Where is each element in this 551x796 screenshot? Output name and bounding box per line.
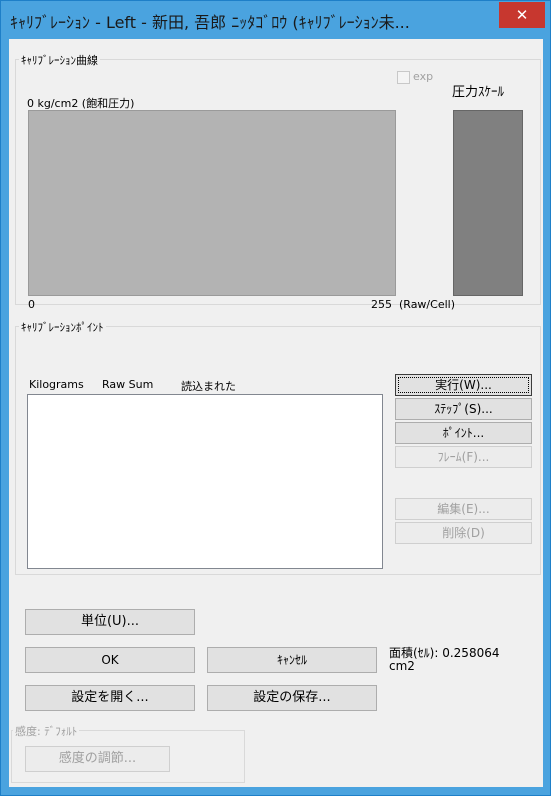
step-button[interactable]: ｽﾃｯﾌﾟ(S)... (395, 398, 532, 420)
open-settings-button[interactable]: 設定を開く... (25, 685, 195, 711)
save-settings-button[interactable]: 設定の保存... (207, 685, 377, 711)
x-axis-unit-label: (Raw/Cell) (399, 298, 455, 311)
cell-area-unit: cm2 (389, 659, 415, 673)
edit-button[interactable]: 編集(E)... (395, 498, 532, 520)
title-bar[interactable]: ｷｬﾘﾌﾞﾚｰｼｮﾝ - Left - 新田, 吾郎 ﾆｯﾀｺﾞﾛｳ (ｷｬﾘﾌ… (1, 1, 550, 39)
sensitivity-adjust-button[interactable]: 感度の調節... (25, 746, 170, 772)
ok-button[interactable]: OK (25, 647, 195, 673)
calibration-window: ｷｬﾘﾌﾞﾚｰｼｮﾝ - Left - 新田, 吾郎 ﾆｯﾀｺﾞﾛｳ (ｷｬﾘﾌ… (0, 0, 551, 796)
exp-checkbox-label: exp (413, 70, 434, 83)
units-button[interactable]: 単位(U)... (25, 609, 195, 635)
cancel-button[interactable]: ｷｬﾝｾﾙ (207, 647, 377, 673)
point-button[interactable]: ﾎﾟｲﾝﾄ... (395, 422, 532, 444)
column-header-kilograms: Kilograms (29, 378, 84, 391)
window-title: ｷｬﾘﾌﾞﾚｰｼｮﾝ - Left - 新田, 吾郎 ﾆｯﾀｺﾞﾛｳ (ｷｬﾘﾌ… (10, 13, 410, 32)
calibration-points-group-title: ｷｬﾘﾌﾞﾚｰｼｮﾝﾎﾟｲﾝﾄ (19, 319, 106, 335)
pressure-scale-label: 圧力ｽｹｰﾙ (452, 85, 505, 100)
run-button[interactable]: 実行(W)... (395, 374, 532, 396)
x-axis-max-label: 255 (371, 298, 392, 311)
exp-checkbox[interactable] (397, 71, 410, 84)
frame-button[interactable]: ﾌﾚｰﾑ(F)... (395, 446, 532, 468)
column-header-raw-sum: Raw Sum (102, 378, 154, 391)
delete-button[interactable]: 削除(D) (395, 522, 532, 544)
calibration-curve-plot (28, 110, 396, 296)
calibration-points-list[interactable] (27, 394, 383, 569)
y-axis-label: 0 kg/cm2 (飽和圧力) (27, 97, 135, 110)
close-button[interactable]: ✕ (499, 2, 545, 28)
calibration-curve-group-title: ｷｬﾘﾌﾞﾚｰｼｮﾝ曲線 (19, 52, 100, 68)
pressure-scale-bar (453, 110, 523, 296)
column-header-loaded: 読込まれた (181, 380, 236, 393)
x-axis-min-label: 0 (28, 298, 35, 311)
dialog-client-area: ｷｬﾘﾌﾞﾚｰｼｮﾝ曲線 exp 圧力ｽｹｰﾙ 0 kg/cm2 (飽和圧力) … (9, 39, 543, 787)
sensitivity-group-title: 感度: ﾃﾞﾌｫﾙﾄ (13, 723, 80, 739)
